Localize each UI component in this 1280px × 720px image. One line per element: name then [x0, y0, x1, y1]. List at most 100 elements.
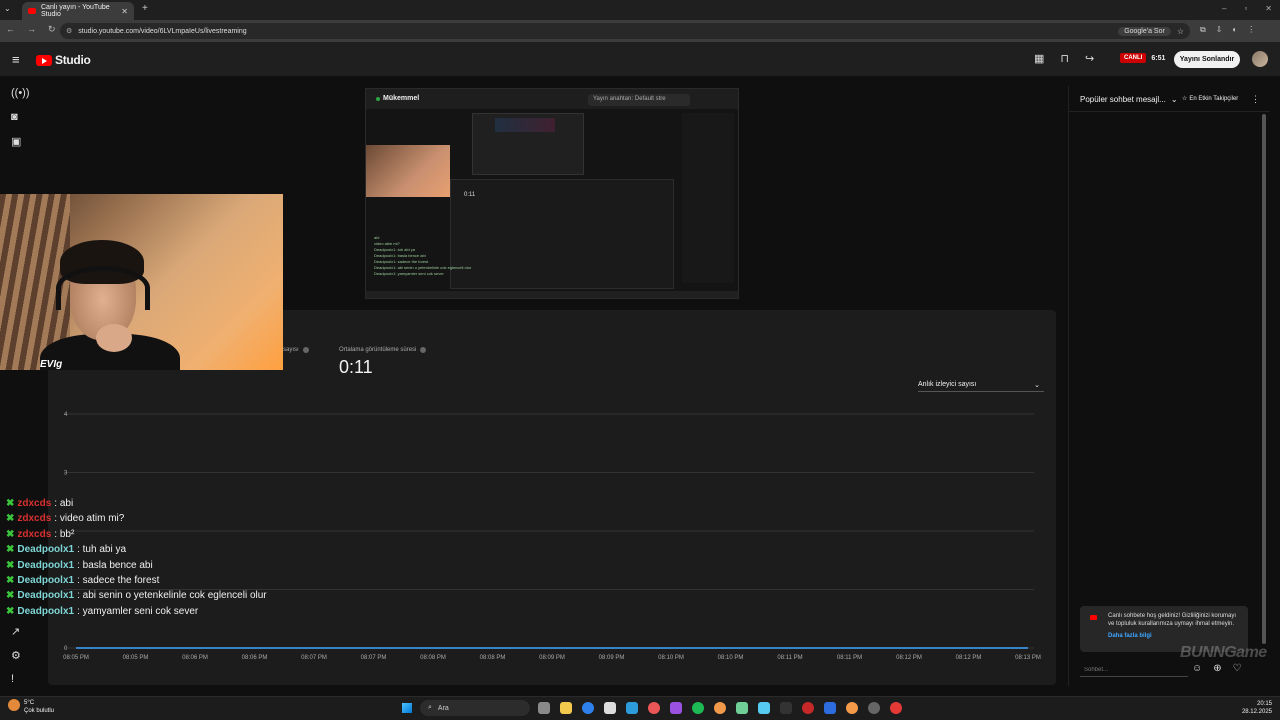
forward-icon[interactable]: → — [27, 24, 36, 35]
badge-icon: ✖ — [6, 590, 15, 602]
y-tick-label: 3 — [64, 471, 68, 477]
app-icon[interactable] — [736, 702, 748, 714]
extension-icons: ⧉ ⇩ ◐ ⋮ — [1200, 25, 1255, 35]
header-actions: ▦ ⊓ ↪ — [1034, 52, 1094, 65]
chat-message: : abi — [54, 498, 74, 509]
chat-message: : basla bence abi — [77, 559, 153, 571]
bookmark-icon[interactable]: ⊓ — [1060, 52, 1069, 65]
avatar[interactable] — [1252, 51, 1268, 67]
youtube-icon — [1090, 615, 1097, 620]
calendar-icon[interactable]: ▣ — [11, 135, 21, 148]
chrome-icon[interactable] — [846, 702, 858, 714]
badge-icon: ✖ — [6, 513, 15, 525]
download-icon[interactable]: ⇩ — [1216, 25, 1223, 35]
preview-webcam — [366, 145, 450, 197]
search-icon: ⌕ — [428, 704, 432, 711]
chat-message: : yamyamler seni cok sever — [77, 605, 199, 617]
chat-more-icon[interactable]: ⋮ — [1251, 94, 1260, 105]
stream-icon[interactable]: ((•)) — [11, 87, 30, 99]
spotify-icon[interactable] — [692, 702, 704, 714]
taskbar-clock[interactable]: 20:15 28.12.2025 — [1230, 700, 1272, 716]
x-tick-label: 08:06 PM — [242, 655, 268, 661]
app-icon[interactable] — [758, 702, 770, 714]
mail-icon[interactable] — [626, 702, 638, 714]
add-icon[interactable]: ⊕ — [1213, 663, 1221, 674]
site-info-icon[interactable]: ⚙ — [66, 27, 72, 35]
weather-widget[interactable]: 5°C Çok bulutlu — [8, 699, 54, 715]
start-button[interactable] — [402, 703, 412, 713]
back-icon[interactable]: ← — [6, 24, 15, 35]
info-icon[interactable] — [302, 347, 309, 353]
reload-icon[interactable]: ↻ — [48, 24, 56, 35]
chat-scrollbar[interactable] — [1262, 114, 1266, 644]
info-icon[interactable] — [420, 347, 427, 353]
media-player-icon[interactable] — [648, 702, 660, 714]
stream-preview[interactable]: Mükemmel Yayın anahtarı: Default stre 0:… — [365, 88, 739, 299]
steam-icon[interactable] — [824, 702, 836, 714]
end-stream-button[interactable]: Yayını Sonlandır — [1174, 51, 1240, 68]
webcam-overlay-text: EVIg — [40, 359, 63, 370]
browser-menu-icon[interactable]: ⋮ — [1247, 25, 1255, 35]
file-explorer-icon[interactable] — [560, 702, 572, 714]
emoji-icon[interactable]: ☺ — [1192, 663, 1202, 674]
new-tab-icon[interactable]: + — [142, 3, 148, 14]
external-link-icon[interactable]: ↗ — [11, 625, 20, 638]
feedback-icon[interactable]: ! — [11, 673, 14, 685]
google-ask-button[interactable]: Google'a Sor — [1118, 26, 1171, 36]
watermark-logo: BUNNGame — [1180, 644, 1267, 661]
bookmark-star-icon[interactable]: ☆ — [1177, 27, 1184, 36]
x-tick-label: 08:12 PM — [896, 655, 922, 661]
menu-icon[interactable]: ≡ — [12, 52, 20, 67]
learn-more-link[interactable]: Daha fazla bilgi — [1108, 632, 1240, 640]
browser-tab[interactable]: Canlı yayın - YouTube Studio ✕ — [22, 2, 134, 20]
camera-icon[interactable]: ◙ — [11, 111, 18, 123]
preview-title-text: Mükemmel — [383, 95, 420, 102]
minimize-icon[interactable]: – — [1222, 4, 1226, 13]
weather-temp: 5°C — [24, 700, 35, 706]
chat-overlay-line: ✖ Deadpoolx1: sadece the forest — [6, 574, 159, 587]
x-tick-label: 08:12 PM — [956, 655, 982, 661]
share-icon[interactable]: ↪ — [1085, 52, 1094, 65]
live-pill: CANLI — [1120, 53, 1147, 63]
metric-label-text: Ortalama görüntüleme süresi — [339, 347, 417, 353]
app-icon[interactable] — [890, 702, 902, 714]
tab-title: Canlı yayın - YouTube Studio — [41, 4, 110, 18]
heart-icon[interactable]: ♡ — [1233, 663, 1242, 674]
preview-chat-line: Deadpoolx1: tuh abi ya — [374, 247, 415, 252]
x-tick-label: 08:10 PM — [658, 655, 684, 661]
streamer-hand — [96, 324, 132, 352]
settings-icon[interactable]: ⚙ — [11, 649, 21, 662]
studio-logo[interactable]: Studio — [36, 53, 91, 67]
edge-icon[interactable] — [582, 702, 594, 714]
app-icon[interactable] — [868, 702, 880, 714]
profile-icon[interactable]: ◐ — [1232, 25, 1237, 35]
url-field[interactable]: ⚙ studio.youtube.com/video/6LVLmpaIeUs/l… — [60, 23, 1190, 39]
window-controls: – ▫ ✕ — [1222, 4, 1272, 13]
preview-nested-screen — [472, 113, 584, 175]
taskbar-search[interactable]: ⌕ Ara — [420, 700, 530, 716]
close-window-icon[interactable]: ✕ — [1265, 4, 1272, 13]
store-icon[interactable]: ▦ — [1034, 52, 1044, 65]
chat-message: : video atim mi? — [54, 513, 125, 525]
x-tick-label: 08:07 PM — [301, 655, 327, 661]
maximize-icon[interactable]: ▫ — [1244, 4, 1247, 13]
chat-mode-select[interactable]: Popüler sohbet mesajl... ⌄ — [1080, 95, 1178, 104]
metric-label-partial-text: sayısı — [283, 347, 299, 353]
y-tick-label: 4 — [64, 412, 68, 418]
chat-overlay-line: ✖ Deadpoolx1: yamyamler seni cok sever — [6, 605, 198, 618]
chat-overlay-line: ✖ Deadpoolx1: basla bence abi — [6, 559, 153, 572]
metric-dropdown[interactable]: Anlık izleyici sayısı ⌄ — [918, 378, 1044, 392]
terminal-icon[interactable] — [780, 702, 792, 714]
extensions-icon[interactable]: ⧉ — [1200, 25, 1206, 35]
chrome-icon[interactable] — [714, 702, 726, 714]
x-tick-label: 08:07 PM — [361, 655, 387, 661]
chat-input[interactable] — [1080, 663, 1188, 677]
top-fans-button[interactable]: ☆ En Etkin Takipçiler — [1182, 95, 1238, 103]
preview-taskbar — [366, 291, 738, 298]
task-view-icon[interactable] — [538, 702, 550, 714]
tab-close-icon[interactable]: ✕ — [121, 7, 128, 16]
tab-search-icon[interactable]: ⌄ — [4, 4, 11, 13]
store-app-icon[interactable] — [604, 702, 616, 714]
app-icon[interactable] — [802, 702, 814, 714]
app-icon[interactable] — [670, 702, 682, 714]
